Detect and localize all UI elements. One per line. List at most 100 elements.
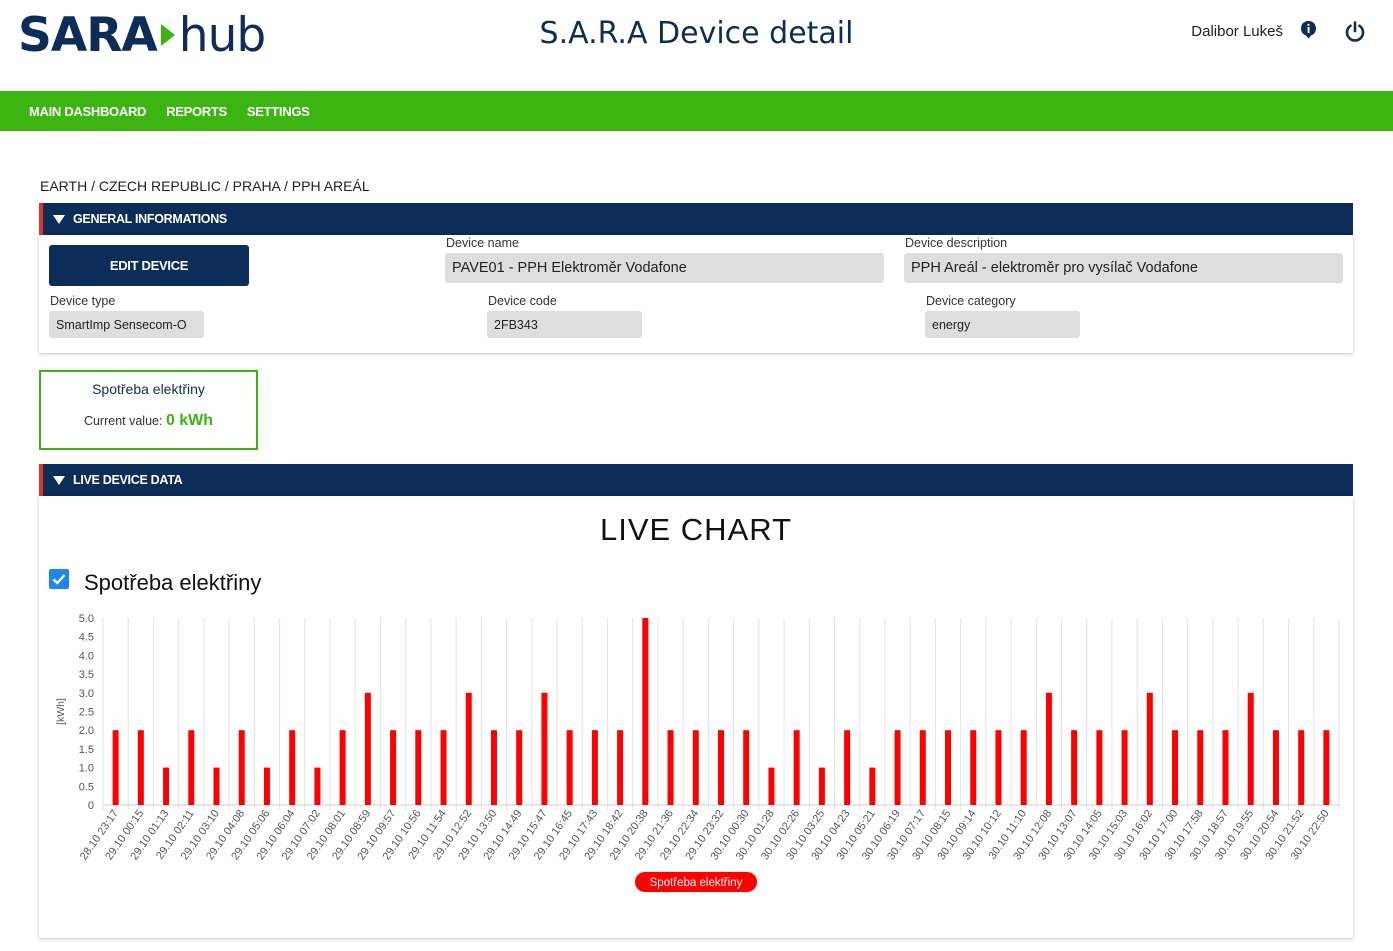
bar <box>768 767 775 805</box>
user-name[interactable]: Dalibor Lukeš <box>1191 23 1283 40</box>
bar <box>263 767 270 805</box>
device-code-label: Device code <box>488 294 557 308</box>
nav-settings[interactable]: SETTINGS <box>247 104 310 119</box>
device-code-field: 2FB343 <box>487 311 642 338</box>
bar <box>566 730 573 805</box>
bar <box>1045 692 1052 805</box>
y-tick-label: 0.5 <box>79 781 94 793</box>
general-informations-panel: EDIT DEVICE Device name PAVE01 - PPH Ele… <box>39 235 1353 353</box>
y-tick-label: 1.0 <box>79 763 94 775</box>
bar <box>1020 730 1027 805</box>
bar <box>415 730 422 805</box>
bar <box>465 692 472 805</box>
y-tick-label: 2.0 <box>79 725 94 737</box>
edit-device-button[interactable]: EDIT DEVICE <box>49 245 249 286</box>
y-tick-label: 1.5 <box>79 744 94 756</box>
y-tick-label: 0 <box>88 800 94 812</box>
y-tick-label: 3.5 <box>79 669 94 681</box>
general-informations-title: GENERAL INFORMATIONS <box>73 212 227 226</box>
bar <box>163 767 170 805</box>
device-category-label: Device category <box>926 294 1016 308</box>
current-value: 0 kWh <box>165 412 214 429</box>
bar <box>1096 730 1103 805</box>
bar <box>213 767 220 805</box>
bar <box>314 767 321 805</box>
info-icon[interactable] <box>1300 20 1317 39</box>
bar <box>1247 692 1254 805</box>
app-header: SARA hub S.A.R.A Device detail Dalibor L… <box>0 0 1393 91</box>
device-name-field: PAVE01 - PPH Elektroměr Vodafone <box>445 253 884 283</box>
bar <box>945 730 952 805</box>
bar <box>617 730 624 805</box>
bar <box>1323 730 1330 805</box>
y-tick-label: 5.0 <box>79 613 94 625</box>
bar <box>339 730 346 805</box>
live-device-data-header[interactable]: LIVE DEVICE DATA <box>39 464 1353 496</box>
bar <box>1197 730 1204 805</box>
device-description-label: Device description <box>905 236 1008 250</box>
y-tick-label: 4.0 <box>79 650 94 662</box>
bar <box>1146 692 1153 805</box>
bar <box>743 730 750 805</box>
bar <box>642 618 649 805</box>
y-axis-label: [kWh] <box>55 698 67 725</box>
nav-reports[interactable]: REPORTS <box>166 104 227 119</box>
power-icon[interactable] <box>1344 21 1366 43</box>
triangle-down-icon <box>53 214 65 224</box>
bar <box>970 730 977 805</box>
sensor-value-title: Spotřeba elektřiny <box>92 381 205 397</box>
series-checkbox[interactable] <box>49 569 69 589</box>
device-name-label: Device name <box>446 236 519 250</box>
bar <box>112 730 119 805</box>
bar <box>869 767 876 805</box>
bar <box>818 767 825 805</box>
nav-main-dashboard[interactable]: MAIN DASHBOARD <box>29 104 146 119</box>
live-device-data-title: LIVE DEVICE DATA <box>73 473 183 487</box>
bar <box>137 730 144 805</box>
current-value-label: Current value: <box>83 414 163 428</box>
triangle-down-icon <box>53 475 65 485</box>
breadcrumb: EARTH / CZECH REPUBLIC / PRAHA / PPH ARE… <box>40 178 370 194</box>
legend-label[interactable]: Spotřeba elektřiny <box>650 877 743 889</box>
bar <box>894 730 901 805</box>
bar <box>793 730 800 805</box>
bar <box>844 730 851 805</box>
page-title: S.A.R.A Device detail <box>539 16 854 51</box>
y-tick-label: 3.0 <box>79 688 94 700</box>
general-informations-header[interactable]: GENERAL INFORMATIONS <box>39 203 1353 235</box>
y-tick-label: 4.5 <box>79 632 94 644</box>
bar <box>919 730 926 805</box>
bar <box>995 730 1002 805</box>
series-toggle-label[interactable]: Spotřeba elektřiny <box>84 570 261 596</box>
sensor-value-card[interactable]: Spotřeba elektřiny Current value: 0 kWh <box>39 370 258 450</box>
bar <box>718 730 724 805</box>
device-description-field: PPH Areál - elektroměr pro vysílač Vodaf… <box>904 253 1343 283</box>
live-bar-chart: 00.51.01.52.02.53.03.54.04.55.0[kWh]28.1… <box>55 613 1340 892</box>
bar <box>516 730 523 805</box>
live-chart-title: LIVE CHART <box>599 512 793 547</box>
bar <box>188 730 195 805</box>
device-type-field: SmartImp Sensecom-O <box>49 311 204 338</box>
bar <box>1298 730 1305 805</box>
bar <box>490 730 497 805</box>
bar <box>692 730 699 805</box>
bar <box>1071 730 1078 805</box>
bar <box>390 730 397 805</box>
bar <box>541 692 548 805</box>
bar <box>591 730 598 805</box>
device-category-field: energy <box>925 311 1080 338</box>
current-value-line: Current value: 0 kWh <box>41 412 256 430</box>
live-device-data-panel: LIVE CHART Spotřeba elektřiny 0 0.5 1.0 1.5… <box>39 496 1353 938</box>
bar <box>1272 730 1279 805</box>
bar <box>1222 730 1229 805</box>
device-type-label: Device type <box>50 294 116 308</box>
y-tick-label: 2.5 <box>79 707 94 719</box>
bar <box>289 730 296 805</box>
bar <box>440 730 447 805</box>
main-navigation: MAIN DASHBOARD REPORTS SETTINGS <box>0 91 1393 131</box>
bar <box>238 730 245 805</box>
checkmark-icon <box>52 574 66 585</box>
bar <box>1121 730 1128 805</box>
bar <box>364 692 371 805</box>
bar <box>1172 730 1179 805</box>
